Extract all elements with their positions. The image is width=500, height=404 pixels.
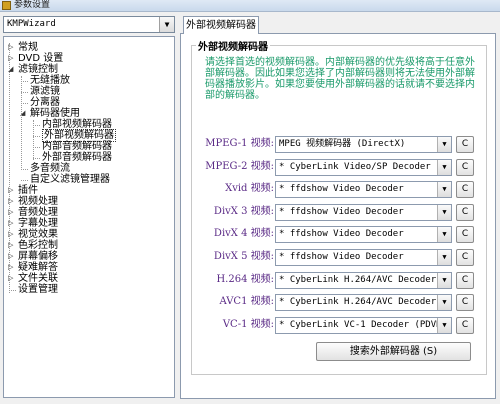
tab-external-video-decoder[interactable]: 外部视频解码器 bbox=[183, 16, 259, 34]
codec-select-value: * ffdshow Video Decoder bbox=[279, 252, 404, 262]
codec-label: DivX 5 视频: bbox=[213, 251, 274, 262]
tree-item-label: 自定义滤镜管理器 bbox=[30, 174, 110, 185]
tree-item-label: 视频处理 bbox=[18, 196, 58, 207]
codec-select[interactable]: * CyberLink VC-1 Decoder (PDVD7. ▼ bbox=[275, 316, 452, 334]
tree-item-label: 音频处理 bbox=[18, 207, 58, 218]
codec-select-value: * ffdshow Video Decoder bbox=[279, 229, 404, 240]
group-title: 外部视频解码器 bbox=[196, 38, 270, 53]
search-external-decoders-button[interactable]: 搜索外部解码器 (S) bbox=[316, 342, 471, 361]
group-description: 请选择首选的视频解码器。内部解码器的优先级将高于任意外部解码器。因此如果您选择了… bbox=[205, 57, 475, 101]
tree-item-label: 外部音频解码器 bbox=[42, 152, 112, 163]
codec-config-button[interactable]: C bbox=[456, 271, 474, 289]
chevron-down-icon[interactable]: ▼ bbox=[437, 272, 451, 288]
codec-config-button[interactable]: C bbox=[456, 249, 474, 266]
chevron-down-icon[interactable]: ▼ bbox=[437, 317, 451, 333]
tree-item-label: 多音频流 bbox=[30, 163, 70, 174]
codec-select[interactable]: * CyberLink H.264/AVC Decoder (P ▼ bbox=[275, 271, 452, 289]
tree-item-label: 设置管理 bbox=[18, 284, 58, 295]
tree-item-label: 视觉效果 bbox=[18, 229, 58, 240]
codec-config-button[interactable]: C bbox=[456, 294, 474, 312]
codec-label: DivX 3 视频: bbox=[213, 205, 274, 217]
chevron-down-icon[interactable]: ▼ bbox=[437, 204, 451, 220]
codec-select[interactable]: * ffdshow Video Decoder ▼ bbox=[275, 249, 452, 266]
app-icon bbox=[2, 1, 11, 10]
tree-item-label: 插件 bbox=[18, 185, 38, 196]
codec-label: MPEG-1 视频: bbox=[205, 138, 274, 149]
tree-connector bbox=[21, 180, 28, 181]
codec-config-button[interactable]: C bbox=[456, 136, 474, 153]
tree-connector bbox=[33, 125, 40, 126]
chevron-down-icon[interactable]: ▼ bbox=[437, 295, 451, 311]
tree-guide-line bbox=[33, 120, 34, 160]
tree-item[interactable]: 设置管理 bbox=[18, 284, 58, 296]
tree-item-label: 解码器使用 bbox=[30, 108, 80, 119]
codec-select[interactable]: * ffdshow Video Decoder ▼ bbox=[275, 181, 452, 199]
tree-guide-line bbox=[21, 76, 22, 170]
tree-item-label: 文件关联 bbox=[18, 273, 58, 284]
window-title: 参数设置 bbox=[14, 0, 51, 10]
codec-select-value: * CyberLink VC-1 Decoder (PDVD7. bbox=[279, 319, 452, 330]
tree-item-label: 内部音频解码器 bbox=[42, 141, 112, 152]
tree-item-label: DVD 设置 bbox=[18, 53, 64, 64]
codec-select[interactable]: MPEG 视频解码器 (DirectX) ▼ bbox=[275, 136, 452, 153]
tree-item-label: 字幕处理 bbox=[18, 218, 58, 229]
preset-value: KMPWizard bbox=[7, 19, 56, 29]
tree-item-label: 滤镜控制 bbox=[18, 64, 58, 75]
tree-connector bbox=[33, 136, 40, 137]
codec-label: DivX 4 视频: bbox=[213, 228, 274, 240]
codec-label: VC-1 视频: bbox=[222, 318, 274, 330]
tree-connector bbox=[9, 290, 16, 291]
tree-item-label: 色彩控制 bbox=[18, 240, 58, 251]
codec-select-value: * ffdshow Video Decoder bbox=[279, 206, 404, 217]
codec-select-value: * CyberLink H.264/AVC Decoder (P bbox=[279, 297, 452, 308]
tree-item-label: 屏幕偏移 bbox=[18, 251, 58, 262]
chevron-down-icon[interactable]: ▼ bbox=[437, 250, 451, 265]
codec-config-button[interactable]: C bbox=[456, 158, 474, 176]
tree-item-label: 疑难解答 bbox=[18, 262, 58, 273]
preset-dropdown[interactable]: KMPWizard ▼ bbox=[3, 16, 175, 33]
tree-connector bbox=[21, 81, 28, 82]
codec-label: Xvid 视频: bbox=[225, 183, 274, 195]
chevron-down-icon[interactable]: ▼ bbox=[437, 159, 451, 175]
tree-item[interactable]: 自定义滤镜管理器 bbox=[30, 174, 110, 186]
tree-connector bbox=[33, 147, 40, 148]
codec-label: MPEG-2 视频: bbox=[205, 160, 274, 172]
codec-select-value: * ffdshow Video Decoder bbox=[279, 184, 404, 195]
tree-connector bbox=[21, 169, 28, 170]
codec-select[interactable]: * ffdshow Video Decoder ▼ bbox=[275, 203, 452, 221]
codec-select-value: * CyberLink H.264/AVC Decoder (P bbox=[279, 274, 452, 285]
tree-guide-line bbox=[9, 43, 10, 293]
codec-config-button[interactable]: C bbox=[456, 226, 474, 244]
codec-label: AVC1 视频: bbox=[219, 296, 274, 308]
codec-select-value: MPEG 视频解码器 (DirectX) bbox=[279, 139, 406, 149]
tree-connector bbox=[33, 158, 40, 159]
codec-config-button[interactable]: C bbox=[456, 316, 474, 334]
tree-item-label: 源滤镜 bbox=[30, 86, 60, 97]
codec-config-button[interactable]: C bbox=[456, 203, 474, 221]
tree-item-label: 常规 bbox=[18, 42, 38, 53]
codec-label: H.264 视频: bbox=[216, 273, 274, 285]
tree-item-label: 分离器 bbox=[30, 97, 60, 108]
codec-select[interactable]: * ffdshow Video Decoder ▼ bbox=[275, 226, 452, 244]
codec-select[interactable]: * CyberLink Video/SP Decoder (PD ▼ bbox=[275, 158, 452, 176]
chevron-down-icon[interactable]: ▼ bbox=[437, 182, 451, 198]
chevron-down-icon[interactable]: ▼ bbox=[437, 227, 451, 243]
codec-select[interactable]: * CyberLink H.264/AVC Decoder (P ▼ bbox=[275, 294, 452, 312]
settings-tree[interactable]: 常规 ▷ DVD 设置 ▷ 滤镜控制 ◢ 无缝播放 源滤镜 分离器 解码器使用 ◢ 内部视频解码器 外部… bbox=[3, 36, 175, 398]
tree-item-label: 无缝播放 bbox=[30, 75, 70, 86]
tree-connector bbox=[21, 92, 28, 93]
codec-select-value: * CyberLink Video/SP Decoder (PD bbox=[279, 161, 452, 172]
tree-connector bbox=[21, 103, 28, 104]
codec-config-button[interactable]: C bbox=[456, 181, 474, 199]
chevron-down-icon[interactable]: ▼ bbox=[437, 137, 451, 152]
title-bar: 参数设置 bbox=[0, 0, 500, 12]
chevron-down-icon[interactable]: ▼ bbox=[159, 17, 174, 32]
